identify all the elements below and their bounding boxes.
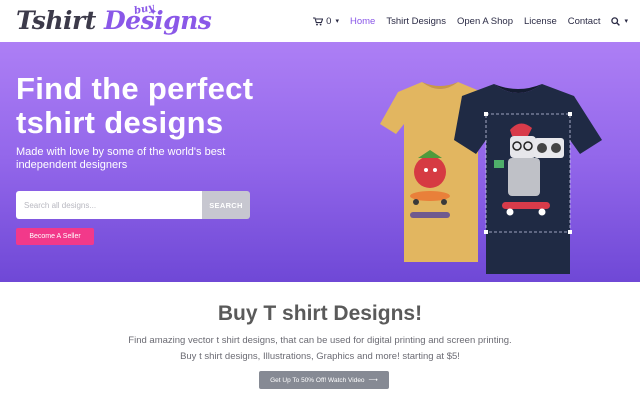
search-button[interactable]: SEARCH [202, 191, 250, 219]
tshirts-illustration [380, 82, 602, 274]
logo-text: Tshirt Designs [16, 6, 212, 35]
nav-license[interactable]: License [524, 16, 557, 27]
design-search: SEARCH [16, 191, 250, 219]
cart-menu[interactable]: 0 ▾ [313, 16, 339, 27]
arrow-right-icon: ⟶ [368, 377, 378, 384]
become-seller-button[interactable]: Become A Seller [16, 228, 94, 245]
logo-accent: Designs [103, 6, 212, 35]
cart-icon [313, 16, 324, 26]
hero-banner: Find the perfect tshirt designs Made wit… [0, 42, 640, 282]
search-input[interactable] [16, 191, 202, 219]
logo-star-icon: ✦ [149, 7, 158, 18]
search-icon [611, 16, 621, 26]
section-description-line-1: Find amazing vector t shirt designs, tha… [128, 335, 512, 346]
hero-title: Find the perfect tshirt designs [16, 71, 254, 140]
nav-open-a-shop[interactable]: Open A Shop [457, 16, 513, 27]
chevron-down-icon: ▾ [335, 18, 339, 25]
site-header: Tshirt Designs buy ✦ 0 ▾ Home Tshirt Des… [0, 0, 640, 42]
nav-tshirt-designs[interactable]: Tshirt Designs [386, 16, 446, 27]
watch-video-button[interactable]: Get Up To 50% Off! Watch Video ⟶ [259, 371, 389, 389]
chevron-down-icon: ▾ [624, 18, 628, 25]
watch-video-label: Get Up To 50% Off! Watch Video [270, 376, 365, 384]
section-title: Buy T shirt Designs! [217, 302, 423, 325]
nav-contact[interactable]: Contact [568, 16, 601, 27]
section-description-line-2: Buy t shirt designs, Illustrations, Grap… [180, 351, 460, 362]
cart-count: 0 [326, 15, 332, 27]
logo-main: Tshirt [16, 6, 104, 35]
nav-home[interactable]: Home [350, 16, 375, 27]
hero-subtitle: Made with love by some of the world's be… [16, 146, 226, 171]
main-nav: 0 ▾ Home Tshirt Designs Open A Shop Lice… [313, 0, 628, 42]
search-toggle[interactable]: ▾ [611, 16, 628, 26]
